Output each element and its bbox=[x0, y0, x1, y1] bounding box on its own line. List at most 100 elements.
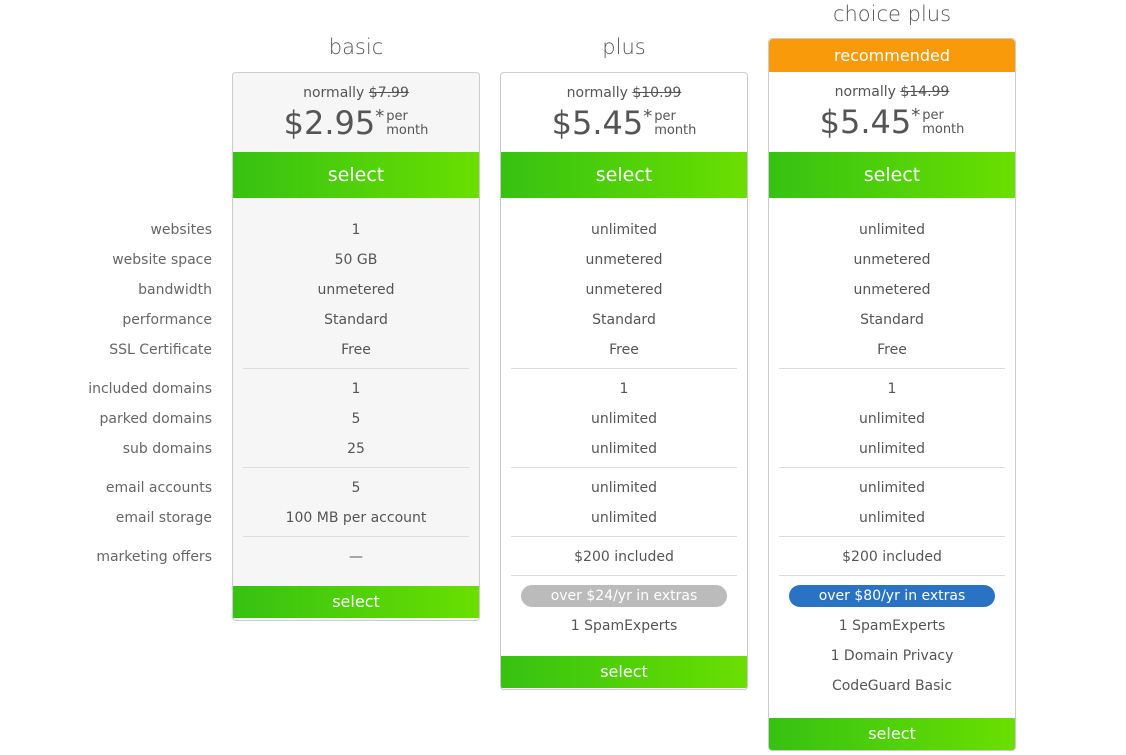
feature-value: unlimited bbox=[590, 441, 658, 457]
asterisk: * bbox=[375, 106, 385, 127]
divider bbox=[779, 536, 1005, 537]
plan-basic: basic normally $7.99 $2.95* per month sele… bbox=[232, 0, 480, 755]
divider bbox=[243, 467, 469, 468]
feature-label: websites bbox=[150, 222, 212, 238]
feature-value: unmetered bbox=[853, 282, 931, 298]
extra-item: 1 SpamExperts bbox=[838, 618, 946, 634]
per-label: per bbox=[386, 109, 408, 124]
price-block: normally $7.99 $2.95* per month bbox=[233, 73, 479, 152]
feature-value: 1 bbox=[351, 222, 361, 238]
feature-label: performance bbox=[122, 312, 212, 328]
feature-value: 5 bbox=[351, 411, 361, 427]
feature-values: unlimited unmetered unmetered Standard F… bbox=[501, 198, 747, 656]
feature-value: 5 bbox=[351, 480, 361, 496]
normally-label: normally bbox=[834, 84, 896, 100]
feature-label: email storage bbox=[115, 510, 212, 526]
divider bbox=[511, 368, 737, 369]
price-amount: $5.45 bbox=[819, 103, 912, 141]
divider bbox=[511, 575, 737, 576]
recommended-banner: recommended bbox=[769, 39, 1015, 72]
extra-item: 1 Domain Privacy bbox=[830, 648, 954, 664]
strikethrough-price: $10.99 bbox=[632, 85, 682, 101]
price-block: normally $14.99 $5.45* per month bbox=[769, 72, 1015, 152]
price-amount: $5.45 bbox=[551, 104, 644, 142]
feature-value: unlimited bbox=[858, 510, 926, 526]
per-month: per month bbox=[386, 110, 428, 138]
select-button-top[interactable]: select bbox=[769, 152, 1015, 198]
plan-plus: plus normally $10.99 $5.45* per month sele… bbox=[500, 0, 748, 755]
feature-label: parked domains bbox=[99, 411, 212, 427]
feature-value: $200 included bbox=[842, 549, 942, 565]
strikethrough-price: $7.99 bbox=[368, 85, 409, 101]
select-button-top[interactable]: select bbox=[501, 152, 747, 198]
per-label: per bbox=[654, 109, 676, 124]
plan-title: choice plus bbox=[832, 2, 952, 26]
divider bbox=[243, 368, 469, 369]
divider bbox=[511, 536, 737, 537]
price-block: normally $10.99 $5.45* per month bbox=[501, 73, 747, 152]
feature-label: included domains bbox=[88, 381, 212, 397]
feature-value: unlimited bbox=[858, 480, 926, 496]
feature-value: unlimited bbox=[858, 441, 926, 457]
select-button-bottom[interactable]: select bbox=[501, 656, 747, 688]
feature-label: website space bbox=[112, 252, 212, 268]
asterisk: * bbox=[911, 105, 921, 126]
per-label: per bbox=[922, 108, 944, 123]
divider bbox=[779, 575, 1005, 576]
period-label: month bbox=[386, 123, 429, 138]
feature-value: Standard bbox=[592, 312, 656, 328]
normally-label: normally bbox=[303, 85, 365, 101]
price: $2.95* per month bbox=[233, 104, 479, 142]
plan-title: basic bbox=[328, 35, 384, 59]
feature-values: unlimited unmetered unmetered Standard F… bbox=[769, 198, 1015, 718]
feature-label: SSL Certificate bbox=[109, 342, 212, 358]
plan-choice-plus: choice plus recommended normally $14.99 … bbox=[768, 0, 1016, 755]
feature-value: unlimited bbox=[590, 480, 658, 496]
feature-value: Free bbox=[877, 342, 907, 358]
feature-value: Standard bbox=[324, 312, 388, 328]
feature-value: 25 bbox=[347, 441, 365, 457]
per-month: per month bbox=[654, 110, 696, 138]
strikethrough-price: $14.99 bbox=[900, 84, 950, 100]
period-label: month bbox=[654, 123, 697, 138]
per-month: per month bbox=[922, 109, 964, 137]
feature-value: unlimited bbox=[858, 222, 926, 238]
feature-value: unlimited bbox=[590, 222, 658, 238]
feature-value: unlimited bbox=[590, 510, 658, 526]
select-button-bottom[interactable]: select bbox=[233, 586, 479, 618]
period-label: month bbox=[922, 122, 965, 137]
feature-value: 1 bbox=[351, 381, 361, 397]
feature-label: email accounts bbox=[105, 480, 212, 496]
feature-label: bandwidth bbox=[138, 282, 212, 298]
feature-value: Standard bbox=[860, 312, 924, 328]
asterisk: * bbox=[643, 106, 653, 127]
feature-value: unlimited bbox=[858, 411, 926, 427]
divider bbox=[779, 467, 1005, 468]
feature-value: 1 bbox=[887, 381, 897, 397]
extras-badge: over $80/yr in extras bbox=[789, 585, 995, 607]
feature-label: marketing offers bbox=[96, 549, 212, 565]
extras-badge: over $24/yr in extras bbox=[521, 585, 727, 607]
price: $5.45* per month bbox=[769, 103, 1015, 141]
normally-label: normally bbox=[566, 85, 628, 101]
feature-value: — bbox=[349, 549, 363, 565]
select-button-bottom[interactable]: select bbox=[769, 718, 1015, 750]
price: $5.45* per month bbox=[501, 104, 747, 142]
divider bbox=[779, 368, 1005, 369]
feature-value: 50 GB bbox=[334, 252, 378, 268]
plan-title: plus bbox=[602, 35, 646, 59]
normal-price: normally $10.99 bbox=[501, 85, 747, 101]
price-amount: $2.95 bbox=[283, 104, 376, 142]
feature-value: Free bbox=[609, 342, 639, 358]
feature-value: $200 included bbox=[574, 549, 674, 565]
divider bbox=[243, 536, 469, 537]
select-button-top[interactable]: select bbox=[233, 152, 479, 198]
feature-value: unmetered bbox=[585, 282, 663, 298]
feature-value: unmetered bbox=[585, 252, 663, 268]
extra-item: 1 SpamExperts bbox=[570, 618, 678, 634]
extra-item: CodeGuard Basic bbox=[831, 678, 953, 694]
normal-price: normally $7.99 bbox=[233, 85, 479, 101]
feature-label: sub domains bbox=[122, 441, 212, 457]
feature-value: unlimited bbox=[590, 411, 658, 427]
feature-value: Free bbox=[341, 342, 371, 358]
